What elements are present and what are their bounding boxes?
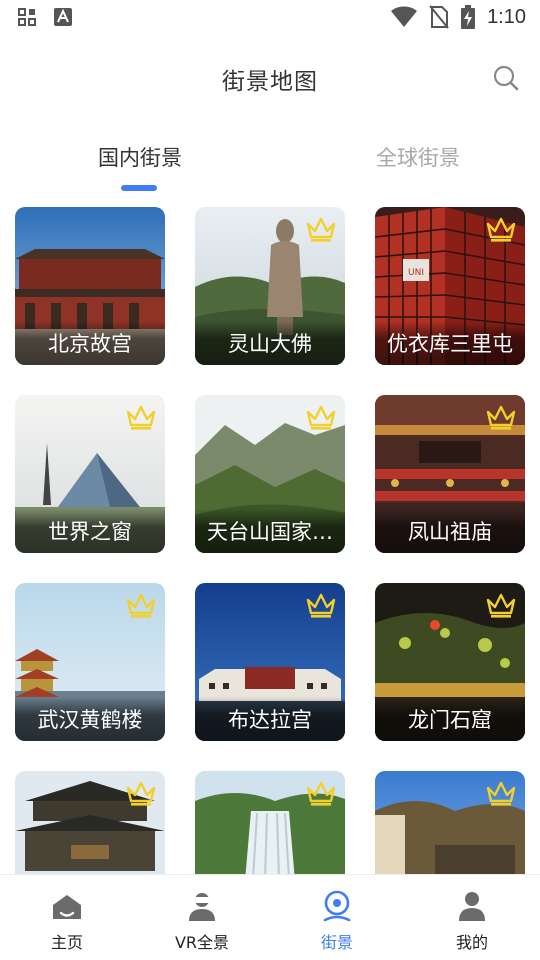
keyboard-a-icon (54, 8, 72, 26)
place-card-window-of-world[interactable]: 世界之窗 (15, 395, 165, 553)
profile-icon (459, 892, 485, 921)
place-name: 世界之窗 (48, 520, 132, 544)
nav-street-view[interactable]: 街景 (287, 889, 387, 953)
crown-icon (486, 405, 516, 430)
place-name: 优衣库三里屯 (387, 332, 513, 356)
crown-icon (306, 405, 336, 430)
place-name: 武汉黄鹤楼 (37, 708, 143, 732)
status-left-icons (18, 8, 72, 26)
place-name: 布达拉宫 (228, 708, 312, 732)
nav-home-label: 主页 (50, 933, 83, 952)
place-card-fengshan-temple[interactable]: 凤山祖庙 (375, 395, 525, 553)
crown-icon (126, 405, 156, 430)
crown-icon (306, 217, 336, 242)
crown-icon (306, 781, 336, 806)
page-title: 街景地图 (222, 69, 318, 95)
place-card-yellow-crane-tower[interactable]: 武汉黄鹤楼 (15, 583, 165, 741)
status-right-icons: 1:10 (391, 5, 526, 29)
place-name: 天台山国家… (207, 520, 333, 544)
nav-profile-label: 我的 (455, 933, 488, 952)
bottom-nav: 主页 VR全景 街景 我的 (0, 874, 540, 960)
nav-vr-label: VR全景 (174, 933, 230, 952)
crown-icon (126, 781, 156, 806)
crown-icon (306, 593, 336, 618)
wifi-icon (391, 6, 418, 27)
nav-street-view-label: 街景 (320, 933, 353, 952)
tab-domestic[interactable]: 国内街景 (40, 142, 240, 172)
tab-global[interactable]: 全球街景 (318, 142, 518, 172)
street-view-icon (323, 890, 351, 922)
svg-text:UNI: UNI (408, 268, 424, 278)
crown-icon (486, 217, 516, 242)
place-card-potala-palace[interactable]: 布达拉宫 (195, 583, 345, 741)
crown-icon (126, 593, 156, 618)
places-grid: 北京故宫 灵山大佛 UNI 优衣库三里屯 世界之窗 天台山国家… 凤山祖庙 武汉… (0, 207, 540, 875)
tab-active-indicator (121, 185, 157, 191)
place-card-pagoda[interactable] (15, 771, 165, 875)
app-header: 街景地图 (0, 36, 540, 122)
crown-icon (486, 593, 516, 618)
place-card-tiantai-mountain[interactable]: 天台山国家… (195, 395, 345, 553)
place-card-waterfall[interactable] (195, 771, 345, 875)
place-name: 龙门石窟 (408, 708, 492, 732)
apps-grid-icon (18, 8, 36, 26)
place-name: 北京故宫 (48, 332, 132, 356)
vr-icon (189, 893, 215, 921)
crown-icon (486, 781, 516, 806)
status-bar: 1:10 (0, 0, 540, 36)
battery-charging-icon (461, 5, 476, 29)
place-card-forbidden-city[interactable]: 北京故宫 (15, 207, 165, 365)
place-card-longmen-grottoes[interactable]: 龙门石窟 (375, 583, 525, 741)
search-icon[interactable] (492, 64, 520, 92)
nav-vr[interactable]: VR全景 (152, 889, 252, 953)
home-icon (53, 895, 81, 919)
no-sim-icon (429, 5, 449, 29)
nav-home[interactable]: 主页 (17, 889, 117, 953)
nav-profile[interactable]: 我的 (422, 889, 522, 953)
region-tabs: 国内街景 全球街景 (0, 130, 540, 194)
place-card-lingshan-buddha[interactable]: 灵山大佛 (195, 207, 345, 365)
place-card-uniqlo-sanlitun[interactable]: UNI 优衣库三里屯 (375, 207, 525, 365)
status-time: 1:10 (487, 5, 526, 28)
place-card-mausoleum[interactable] (375, 771, 525, 875)
place-name: 灵山大佛 (228, 332, 312, 356)
place-name: 凤山祖庙 (408, 520, 492, 544)
